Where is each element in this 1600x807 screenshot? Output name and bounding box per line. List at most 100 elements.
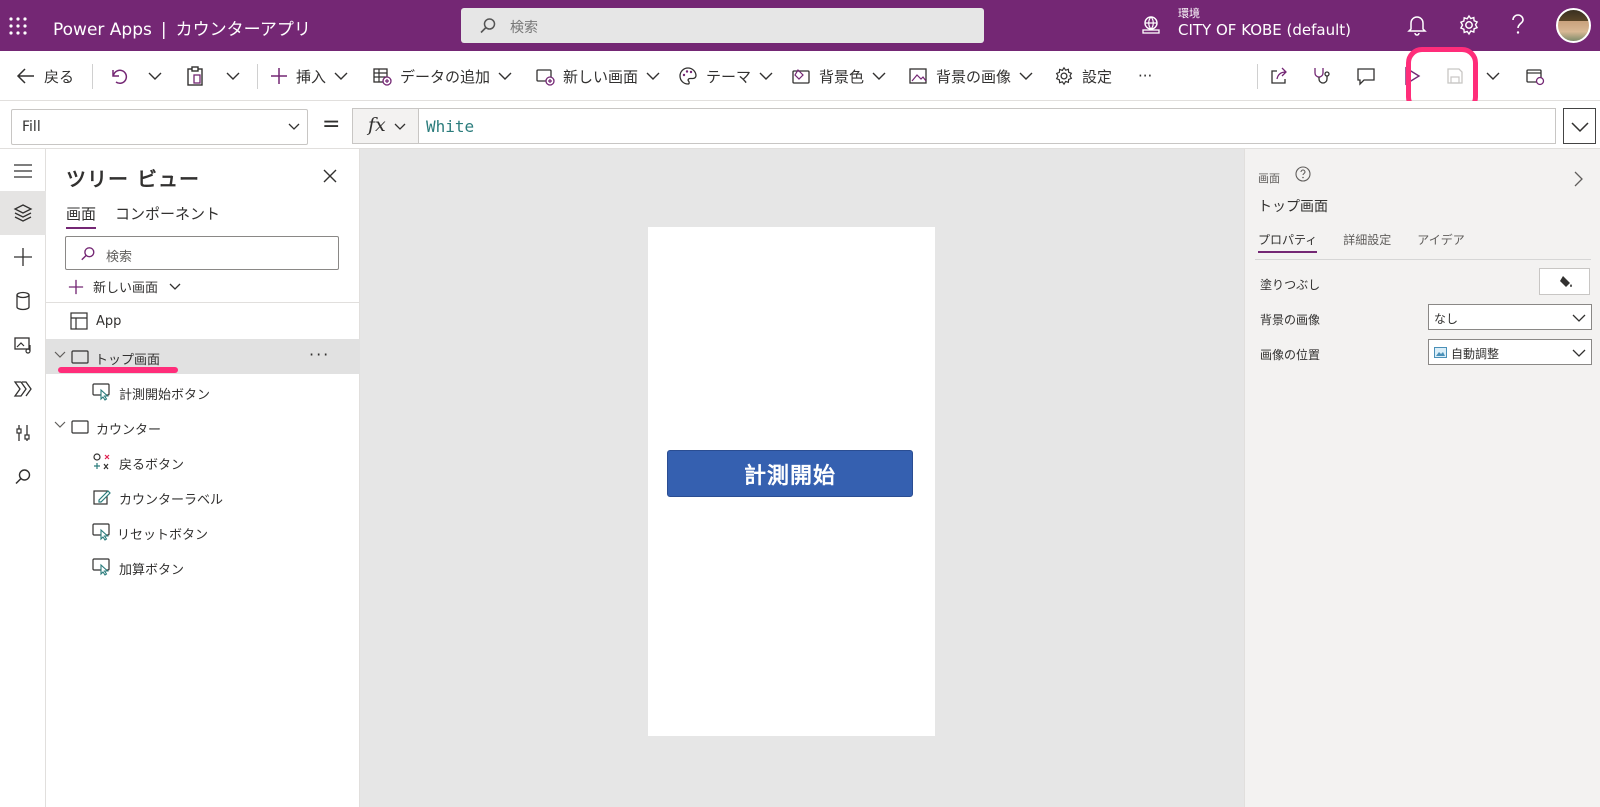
settings-label: 設定 — [1082, 67, 1113, 86]
global-search-input[interactable]: 検索 — [461, 8, 984, 43]
undo-icon — [112, 69, 128, 85]
new-screen-button[interactable]: 新しい画面 — [535, 51, 660, 101]
background-color-icon — [792, 69, 810, 84]
chevron-down-icon — [148, 72, 162, 80]
background-image-button[interactable]: 背景の画像 — [908, 51, 1033, 101]
tab-screens[interactable]: 画面 — [66, 203, 97, 229]
fill-color-picker[interactable] — [1539, 268, 1590, 295]
close-icon[interactable] — [323, 169, 337, 183]
data-button[interactable] — [0, 279, 46, 323]
control-name[interactable]: トップ画面 — [1258, 196, 1328, 216]
gear-icon[interactable] — [1458, 14, 1480, 36]
image-position-value: 自動調整 — [1451, 347, 1500, 361]
screen-preview[interactable]: 計測開始 — [648, 227, 935, 736]
control-type: 画面 — [1258, 172, 1280, 185]
tab-ideas[interactable]: アイデア — [1417, 231, 1464, 253]
tree-search-input[interactable]: 検索 — [65, 236, 339, 270]
publish-button[interactable] — [1525, 51, 1545, 101]
background-image-label: 背景の画像 — [936, 67, 1012, 86]
media-button[interactable] — [0, 323, 46, 367]
back-button[interactable]: 戻る — [16, 51, 74, 101]
chevron-down-icon — [646, 72, 660, 80]
more-options-button[interactable]: ··· — [309, 345, 330, 364]
power-automate-button[interactable] — [0, 367, 46, 411]
chevron-down-icon — [394, 123, 406, 130]
help-icon[interactable] — [1295, 166, 1311, 182]
insert-label: 挿入 — [296, 67, 327, 86]
tree-item-reset-button[interactable]: リセットボタン — [46, 514, 360, 549]
table-add-icon — [373, 68, 392, 86]
app-title[interactable]: カウンターアプリ — [176, 20, 311, 40]
property-dropdown[interactable]: Fill — [11, 109, 308, 145]
tab-advanced[interactable]: 詳細設定 — [1343, 231, 1391, 253]
fx-button[interactable]: fx — [352, 108, 418, 144]
new-screen-label: 新しい画面 — [563, 67, 639, 86]
chevron-down-icon — [1019, 72, 1033, 80]
background-image-dropdown[interactable]: なし — [1428, 304, 1592, 330]
undo-dropdown[interactable] — [148, 51, 162, 101]
chevron-down-icon — [498, 72, 512, 80]
theme-button[interactable]: テーマ — [678, 51, 773, 101]
formula-expand-button[interactable] — [1563, 108, 1596, 144]
more-commands-button[interactable]: ··· — [1138, 51, 1152, 101]
tab-components[interactable]: コンポーネント — [115, 203, 220, 229]
chevron-down-icon — [1572, 349, 1586, 357]
tree-view-button[interactable] — [0, 191, 46, 235]
menu-button[interactable] — [0, 149, 46, 193]
tree-item-back-button[interactable]: 戻るボタン — [46, 444, 360, 479]
database-icon — [16, 291, 30, 311]
search-rail-button[interactable] — [0, 455, 46, 499]
undo-button[interactable] — [108, 51, 128, 101]
waffle-icon[interactable] — [8, 16, 28, 36]
settings-button[interactable]: 設定 — [1054, 51, 1112, 101]
help-icon[interactable] — [1510, 14, 1526, 36]
command-bar: 戻る 挿入 データの追加 新しい画面 テーマ 背景色 背景の画像 設定 ··· — [0, 51, 1600, 101]
comments-button[interactable] — [1356, 51, 1376, 101]
title-separator: | — [160, 20, 167, 40]
power-automate-icon — [13, 381, 32, 397]
share-button[interactable] — [1269, 51, 1289, 101]
tree-item-counter-screen[interactable]: カウンター — [46, 409, 360, 444]
tree-item-add-button[interactable]: 加算ボタン — [46, 549, 360, 584]
environment-icon — [1142, 16, 1160, 34]
tab-properties[interactable]: プロパティ — [1258, 231, 1318, 253]
advanced-tools-button[interactable] — [0, 411, 46, 455]
add-data-button[interactable]: データの追加 — [372, 51, 512, 101]
tree-item-label: 加算ボタン — [119, 563, 185, 578]
image-icon — [909, 68, 927, 84]
start-measure-button[interactable]: 計測開始 — [667, 450, 913, 497]
avatar[interactable] — [1556, 8, 1591, 43]
new-screen-tree-button[interactable]: 新しい画面 — [68, 277, 181, 296]
chevron-down-icon — [1572, 314, 1586, 322]
app-checker-button[interactable] — [1312, 51, 1332, 101]
add-data-label: データの追加 — [400, 67, 491, 86]
image-position-dropdown[interactable]: 自動調整 — [1428, 339, 1592, 365]
property-value: Fill — [22, 119, 41, 135]
hamburger-icon — [14, 164, 32, 178]
chevron-down-icon — [1571, 122, 1589, 133]
new-screen-tree-label: 新しい画面 — [93, 281, 159, 296]
insert-button[interactable]: 挿入 — [270, 51, 348, 101]
bell-icon[interactable] — [1407, 14, 1427, 36]
formula-bar: Fill = fx White — [0, 101, 1600, 149]
arrow-left-icon — [16, 68, 34, 84]
environment-name[interactable]: CITY OF KOBE (default) — [1178, 21, 1351, 39]
save-dropdown[interactable] — [1486, 51, 1500, 101]
tree-search-placeholder: 検索 — [106, 250, 133, 265]
background-color-button[interactable]: 背景色 — [791, 51, 886, 101]
paste-dropdown[interactable] — [226, 51, 240, 101]
comment-icon — [1357, 68, 1375, 86]
tree-item-label: 計測開始ボタン — [119, 388, 211, 403]
insert-rail-button[interactable] — [0, 235, 46, 279]
tree-item-counter-label[interactable]: カウンターラベル — [46, 479, 360, 514]
tree-item-app[interactable]: App — [46, 304, 360, 339]
palette-icon — [679, 67, 697, 85]
paste-button[interactable] — [185, 51, 205, 101]
tools-icon — [16, 425, 30, 441]
search-icon — [81, 247, 95, 261]
back-label: 戻る — [44, 67, 75, 86]
design-canvas: 計測開始 — [360, 149, 1244, 807]
chevron-right-icon[interactable] — [1573, 171, 1583, 187]
tree-item-start-button[interactable]: 計測開始ボタン — [46, 374, 360, 409]
formula-input[interactable]: White — [418, 108, 1556, 144]
